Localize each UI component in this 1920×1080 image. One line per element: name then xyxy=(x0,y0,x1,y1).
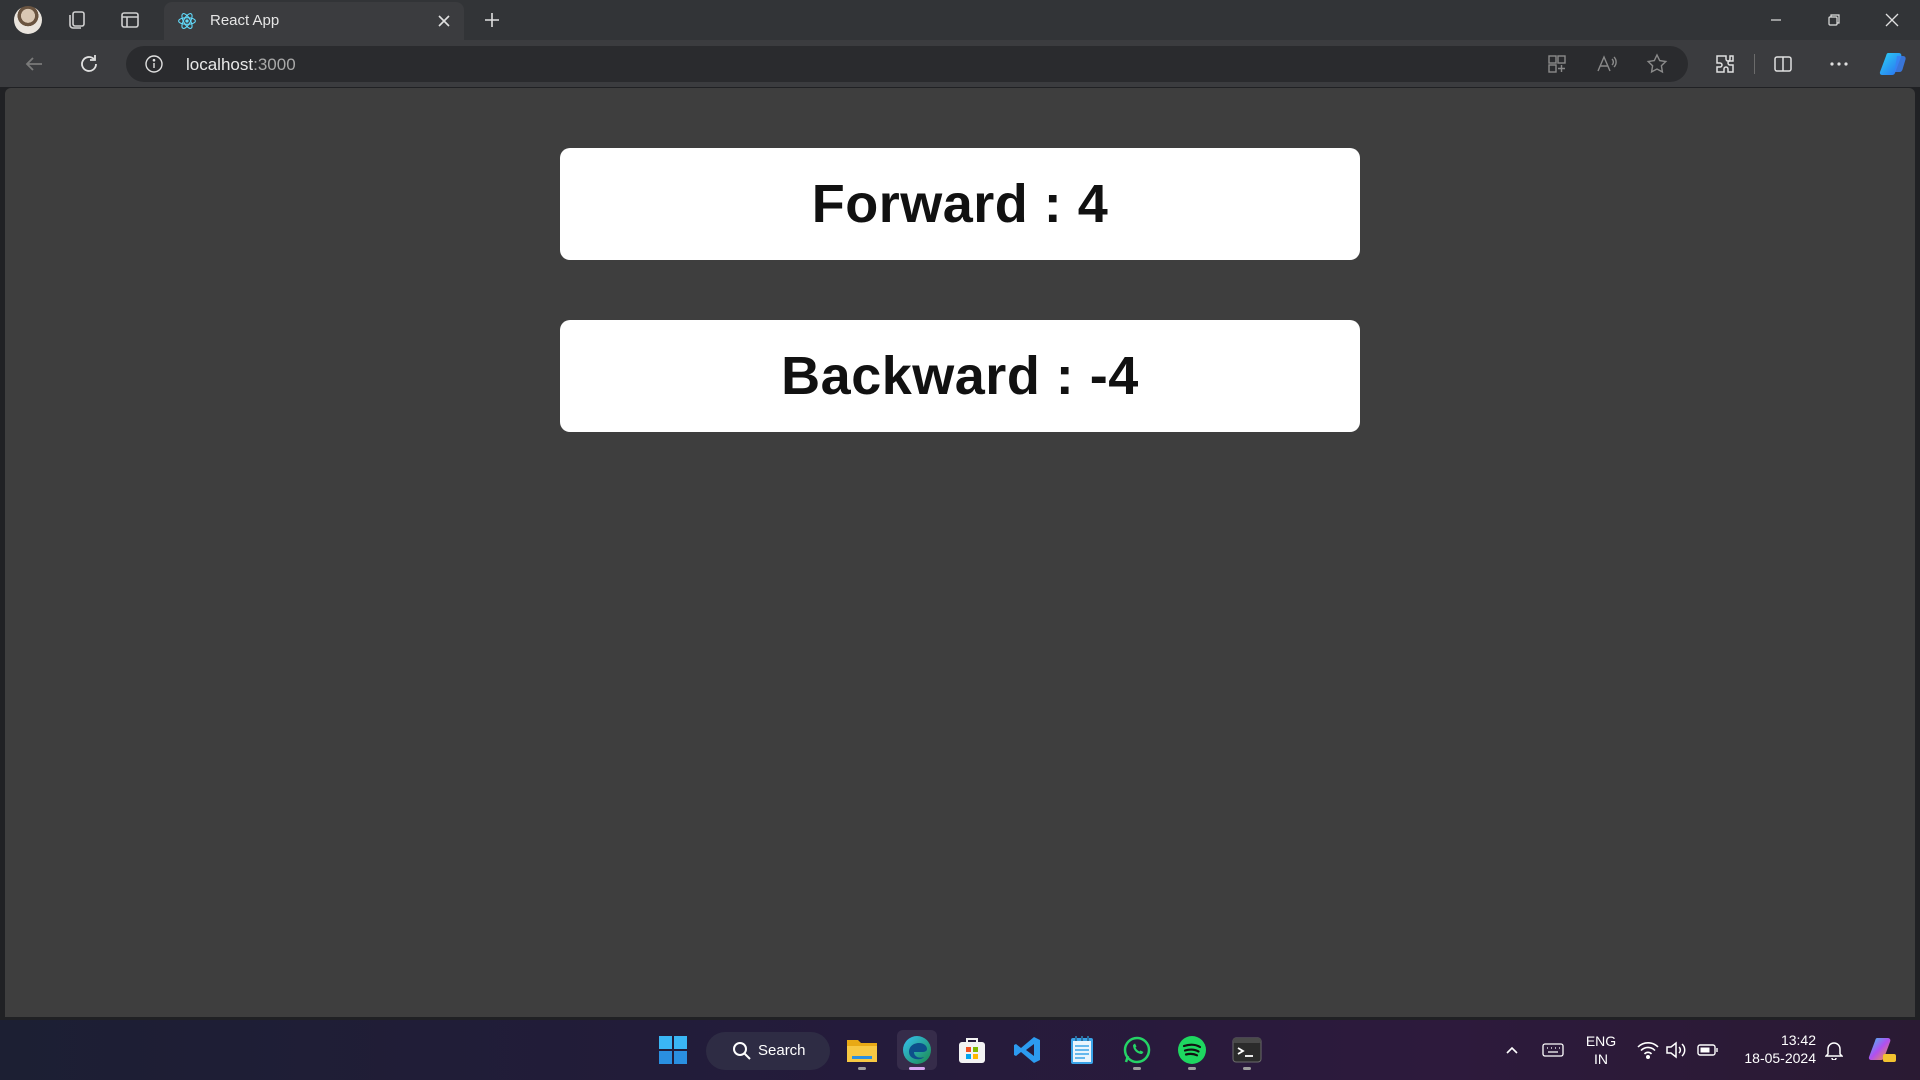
whatsapp-icon[interactable] xyxy=(1117,1030,1157,1070)
restore-button[interactable] xyxy=(1806,0,1862,40)
wifi-icon[interactable] xyxy=(1636,1038,1660,1062)
volume-icon[interactable] xyxy=(1664,1038,1688,1062)
search-icon xyxy=(732,1041,752,1061)
back-button[interactable] xyxy=(18,48,50,80)
close-tab-icon[interactable] xyxy=(434,11,454,31)
browser-toolbar: localhost:3000 xyxy=(0,40,1920,87)
microsoft-store-icon[interactable] xyxy=(952,1030,992,1070)
collections-icon[interactable] xyxy=(63,6,91,34)
running-indicator xyxy=(1133,1067,1141,1070)
address-bar[interactable]: localhost:3000 xyxy=(126,46,1688,82)
input-language-indicator[interactable]: ENG IN xyxy=(1580,1032,1622,1068)
file-explorer-icon[interactable] xyxy=(842,1030,882,1070)
tab-actions-icon[interactable] xyxy=(116,6,144,34)
favorite-star-icon[interactable] xyxy=(1644,51,1670,77)
vscode-icon[interactable] xyxy=(1007,1030,1047,1070)
tab-title: React App xyxy=(210,12,280,29)
more-options-icon[interactable] xyxy=(1823,48,1855,80)
backward-counter-text: Backward : -4 xyxy=(781,346,1139,406)
backward-counter-card[interactable]: Backward : -4 xyxy=(560,320,1360,432)
app-available-icon[interactable] xyxy=(1544,51,1570,77)
close-window-button[interactable] xyxy=(1864,0,1920,40)
url-text[interactable]: localhost:3000 xyxy=(186,55,296,75)
tab-react-app[interactable]: React App xyxy=(164,2,464,40)
windows-taskbar: Search ENG IN 13:42 18-05-2024 xyxy=(0,1020,1920,1080)
url-host: localhost xyxy=(186,55,254,74)
search-label: Search xyxy=(758,1042,806,1059)
notification-bell-icon[interactable] xyxy=(1822,1038,1846,1062)
refresh-button[interactable] xyxy=(73,48,105,80)
read-aloud-icon[interactable] xyxy=(1594,51,1620,77)
language-code: ENG xyxy=(1585,1033,1617,1049)
start-button[interactable] xyxy=(653,1030,693,1070)
clock-time: 13:42 xyxy=(1780,1032,1816,1048)
forward-counter-card[interactable]: Forward : 4 xyxy=(560,148,1360,260)
active-indicator xyxy=(909,1067,925,1070)
new-tab-button[interactable] xyxy=(478,6,506,34)
copilot-icon[interactable] xyxy=(1877,48,1909,80)
clock-date: 18-05-2024 xyxy=(1744,1050,1816,1066)
react-logo-icon xyxy=(177,11,197,31)
terminal-icon[interactable] xyxy=(1227,1030,1267,1070)
taskbar-search[interactable]: Search xyxy=(706,1032,830,1070)
minimize-button[interactable] xyxy=(1748,0,1804,40)
touch-keyboard-icon[interactable] xyxy=(1541,1038,1565,1062)
show-hidden-icons-chevron-icon[interactable] xyxy=(1500,1038,1524,1062)
url-port: :3000 xyxy=(253,55,296,74)
region-code: IN xyxy=(1594,1051,1608,1067)
battery-icon[interactable] xyxy=(1696,1038,1720,1062)
spotify-icon[interactable] xyxy=(1172,1030,1212,1070)
notepad-icon[interactable] xyxy=(1062,1030,1102,1070)
profile-avatar[interactable] xyxy=(14,6,42,34)
running-indicator xyxy=(858,1067,866,1070)
running-indicator xyxy=(1243,1067,1251,1070)
running-indicator xyxy=(1188,1067,1196,1070)
copilot-taskbar-icon[interactable] xyxy=(1866,1034,1898,1066)
page-viewport: Forward : 4 Backward : -4 xyxy=(5,88,1915,1017)
clock[interactable]: 13:42 18-05-2024 xyxy=(1730,1031,1816,1067)
split-screen-icon[interactable] xyxy=(1767,48,1799,80)
toolbar-divider xyxy=(1754,54,1755,74)
edge-browser-icon[interactable] xyxy=(897,1030,937,1070)
browser-titlebar: React App xyxy=(0,0,1920,40)
forward-counter-text: Forward : 4 xyxy=(811,174,1109,234)
extensions-icon[interactable] xyxy=(1709,48,1741,80)
site-info-icon[interactable] xyxy=(144,54,164,74)
